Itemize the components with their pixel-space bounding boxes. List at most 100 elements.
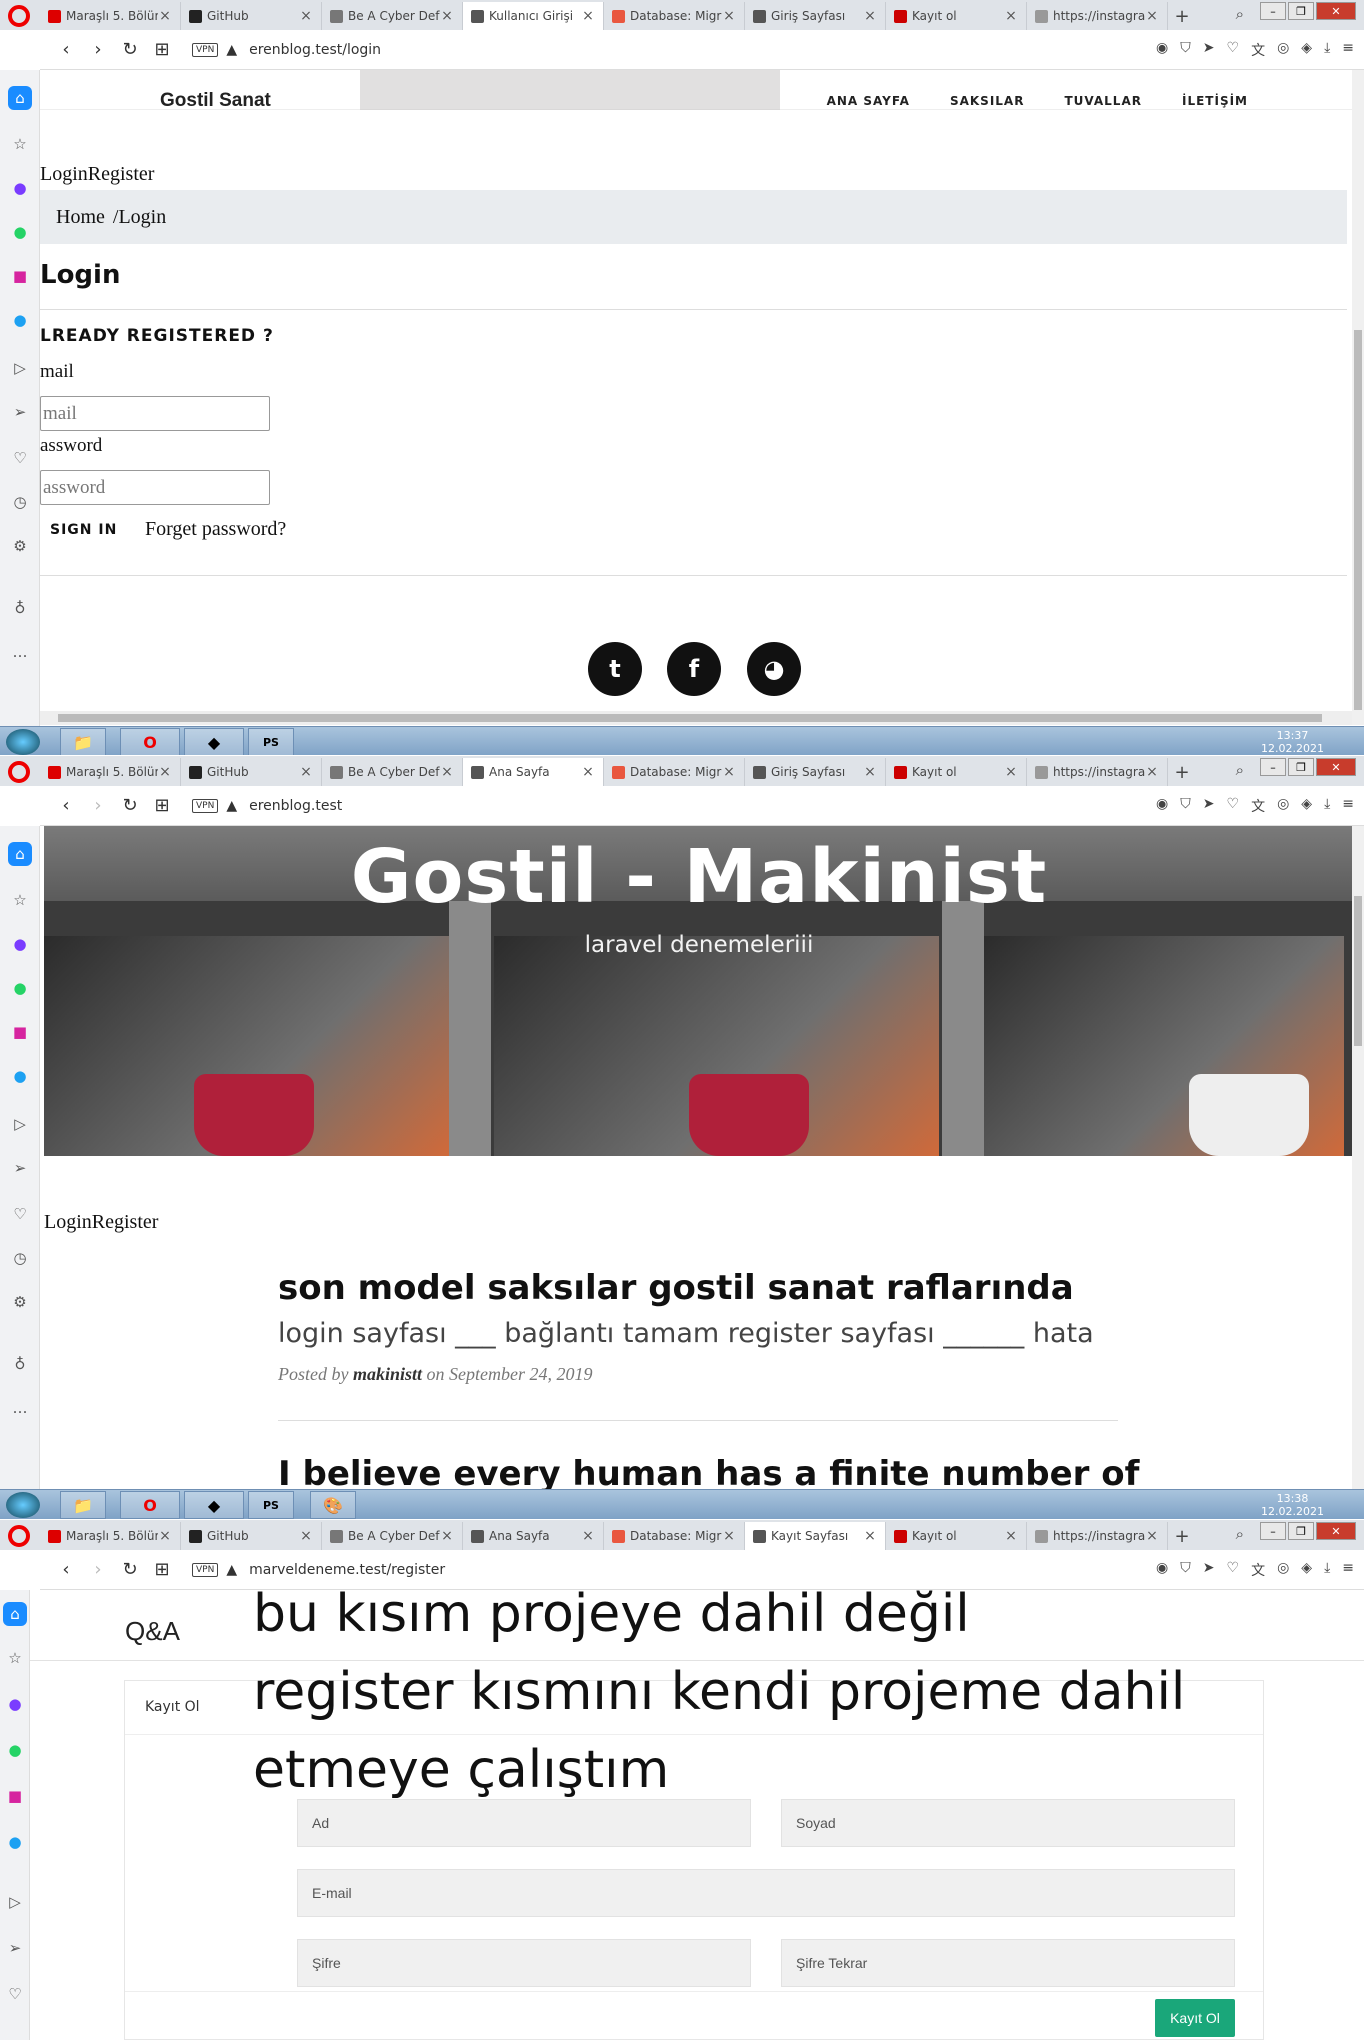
maximize-button[interactable]: ❐ xyxy=(1288,1522,1314,1540)
opera-logo-icon[interactable] xyxy=(8,5,30,27)
post-subtitle[interactable]: login sayfası ___ bağlantı tamam registe… xyxy=(278,1318,1094,1349)
browser-tab[interactable]: Kayıt ol × xyxy=(886,758,1027,786)
shield-icon[interactable]: ⛉ xyxy=(1180,40,1191,60)
tab-close-icon[interactable]: × xyxy=(581,8,595,24)
speed-dial-icon[interactable]: ⊞ xyxy=(146,795,178,816)
tab-close-icon[interactable]: × xyxy=(1145,1528,1159,1544)
heart-icon[interactable]: ♡ xyxy=(1227,796,1240,816)
opera-logo-icon[interactable] xyxy=(8,1525,30,1547)
settings-icon[interactable]: ⚙ xyxy=(8,1290,32,1314)
tab-search-icon[interactable]: ⌕ xyxy=(1236,1525,1244,1543)
tab-close-icon[interactable]: × xyxy=(722,8,736,24)
vertical-scrollbar[interactable] xyxy=(1352,826,1364,1489)
translate-icon[interactable]: 文 xyxy=(1251,40,1265,60)
settings-icon[interactable]: ⚙ xyxy=(8,534,32,558)
messenger-icon[interactable]: ● xyxy=(8,176,32,200)
tab-close-icon[interactable]: × xyxy=(299,1528,313,1544)
register-button[interactable]: Kayıt Ol xyxy=(1155,1999,1235,2037)
site-brand[interactable]: Gostil Sanat xyxy=(160,90,271,112)
back-icon[interactable]: ‹ xyxy=(50,795,82,816)
reload-icon[interactable]: ↻ xyxy=(114,1559,146,1580)
clock[interactable]: 13:38 12.02.2021 xyxy=(1261,1492,1324,1518)
more-icon[interactable]: … xyxy=(8,1396,32,1420)
browser-tab[interactable]: Kayıt ol × xyxy=(886,1522,1027,1550)
bookmark-icon[interactable]: ☆ xyxy=(8,132,32,156)
browser-tab[interactable]: Kayıt ol × xyxy=(886,2,1027,30)
menu-icon[interactable]: ≡ xyxy=(1342,796,1354,816)
maximize-button[interactable]: ❐ xyxy=(1288,758,1314,776)
lightbulb-icon[interactable]: ♁ xyxy=(8,596,32,620)
browser-tab[interactable]: GitHub × xyxy=(181,2,322,30)
explorer-icon[interactable]: 📁 xyxy=(60,728,106,755)
send-icon[interactable]: ➤ xyxy=(1203,796,1215,816)
close-window-button[interactable]: ✕ xyxy=(1316,2,1356,20)
menu-icon[interactable]: ≡ xyxy=(1342,1560,1354,1580)
download-icon[interactable]: ⤓ xyxy=(1324,796,1330,816)
breadcrumb-home[interactable]: Home xyxy=(56,206,105,229)
github-icon[interactable]: ◕ xyxy=(747,642,801,696)
minimize-button[interactable]: – xyxy=(1260,1522,1286,1540)
clock[interactable]: 13:37 12.02.2021 xyxy=(1261,729,1324,755)
tab-search-icon[interactable]: ⌕ xyxy=(1236,761,1244,779)
browser-tab[interactable]: GitHub × xyxy=(181,1522,322,1550)
browser-tab[interactable]: Maraşlı 5. Bölüm × xyxy=(40,758,181,786)
nav-saksilar[interactable]: SAKSILAR xyxy=(950,94,1025,108)
browser-tab[interactable]: Ana Sayfa × xyxy=(463,1522,604,1550)
heart-sidebar-icon[interactable]: ♡ xyxy=(8,1202,32,1226)
warning-icon[interactable]: ▲ xyxy=(226,798,237,814)
phpstorm-icon[interactable]: PS xyxy=(248,728,294,755)
post-title[interactable]: son model saksılar gostil sanat rafların… xyxy=(278,1268,1074,1308)
reload-icon[interactable]: ↻ xyxy=(114,39,146,60)
extension-icon[interactable]: ◎ xyxy=(1277,1560,1289,1580)
home-icon[interactable]: ⌂ xyxy=(8,842,32,866)
phpstorm-icon[interactable]: PS xyxy=(248,1491,294,1519)
tab-close-icon[interactable]: × xyxy=(1004,8,1018,24)
cube-icon[interactable]: ◈ xyxy=(1301,1560,1312,1580)
shield-icon[interactable]: ⛉ xyxy=(1180,796,1191,816)
maximize-button[interactable]: ❐ xyxy=(1288,2,1314,20)
paint-icon[interactable]: 🎨 xyxy=(310,1491,356,1519)
password-field[interactable]: assword xyxy=(40,470,270,505)
tab-close-icon[interactable]: × xyxy=(581,764,595,780)
browser-tab[interactable]: https://instagrar × xyxy=(1027,2,1168,30)
instagram-icon[interactable]: ■ xyxy=(8,1020,32,1044)
tab-close-icon[interactable]: × xyxy=(863,1528,877,1544)
horizontal-scrollbar[interactable] xyxy=(40,711,1352,725)
facebook-icon[interactable]: f xyxy=(667,642,721,696)
tab-search-icon[interactable]: ⌕ xyxy=(1236,5,1244,23)
tab-close-icon[interactable]: × xyxy=(722,764,736,780)
url-field[interactable]: erenblog.test xyxy=(249,798,342,814)
close-window-button[interactable]: ✕ xyxy=(1316,758,1356,776)
browser-tab[interactable]: Ana Sayfa × xyxy=(463,758,604,786)
send-icon[interactable]: ➤ xyxy=(1203,40,1215,60)
nav-iletisim[interactable]: İLETİŞİM xyxy=(1182,94,1248,108)
speed-dial-icon[interactable]: ⊞ xyxy=(146,39,178,60)
nav-tuvallar[interactable]: TUVALLAR xyxy=(1064,94,1142,108)
tab-close-icon[interactable]: × xyxy=(722,1528,736,1544)
camera-icon[interactable]: ◉ xyxy=(1156,40,1168,60)
cube-icon[interactable]: ◈ xyxy=(1301,40,1312,60)
browser-tab[interactable]: Kullanıcı Girişi × xyxy=(463,2,604,30)
new-tab-button[interactable]: + xyxy=(1168,2,1196,30)
forward-icon[interactable]: › xyxy=(82,39,114,60)
player-icon[interactable]: ▷ xyxy=(3,1890,27,1914)
app-taskbar-icon[interactable]: ◆ xyxy=(184,1491,244,1519)
back-icon[interactable]: ‹ xyxy=(50,39,82,60)
post-title[interactable]: I believe every human has a finite numbe… xyxy=(278,1454,1139,1494)
browser-tab[interactable]: Database: Migra × xyxy=(604,2,745,30)
vpn-badge[interactable]: VPN xyxy=(192,42,219,57)
translate-icon[interactable]: 文 xyxy=(1251,796,1265,816)
instagram-icon[interactable]: ■ xyxy=(8,264,32,288)
tab-close-icon[interactable]: × xyxy=(440,764,454,780)
email-input[interactable]: E-mail xyxy=(297,1869,1235,1917)
tab-close-icon[interactable]: × xyxy=(1145,764,1159,780)
twitter-sidebar-icon[interactable]: ● xyxy=(8,1064,32,1088)
start-button[interactable] xyxy=(6,1492,40,1518)
heart-sidebar-icon[interactable]: ♡ xyxy=(8,446,32,470)
ad-input[interactable]: Ad xyxy=(297,1799,751,1847)
nav-ana-sayfa[interactable]: ANA SAYFA xyxy=(827,94,910,108)
heart-icon[interactable]: ♡ xyxy=(1227,40,1240,60)
tab-close-icon[interactable]: × xyxy=(299,8,313,24)
vertical-scrollbar[interactable] xyxy=(1352,70,1364,725)
back-icon[interactable]: ‹ xyxy=(50,1559,82,1580)
